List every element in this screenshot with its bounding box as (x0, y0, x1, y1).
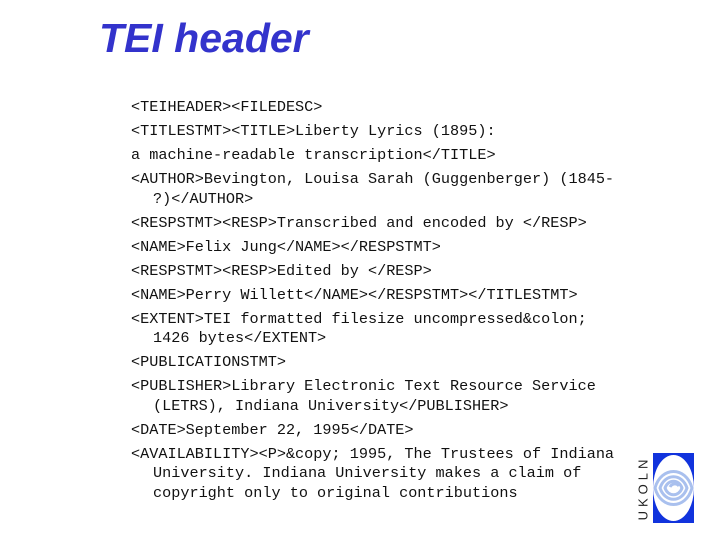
code-line: a machine-readable transcription</TITLE> (131, 146, 496, 164)
code-line: <AVAILABILITY><P>&copy; 1995, The Truste… (131, 444, 615, 463)
code-entry: <RESPSTMT><RESP>Transcribed and encoded … (131, 214, 651, 234)
code-line-continuation: ?)</AUTHOR> (153, 189, 254, 208)
ukoln-eye-icon (653, 453, 694, 523)
code-entry: a machine-readable transcription</TITLE> (131, 146, 651, 166)
code-entry: <PUBLICATIONSTMT> (131, 353, 651, 373)
code-line: <PUBLISHER>Library Electronic Text Resou… (131, 377, 596, 395)
logo-wordmark-text: UKOLN (635, 455, 651, 521)
code-entry: <EXTENT>TEI formatted filesize uncompres… (131, 310, 651, 349)
code-entry: <AUTHOR>Bevington, Louisa Sarah (Guggenb… (131, 170, 651, 209)
code-line-continuation: (LETRS), Indiana University</PUBLISHER> (153, 396, 509, 415)
code-line: <NAME>Perry Willett</NAME></RESPSTMT></T… (131, 285, 578, 304)
code-line: <RESPSTMT><RESP>Edited by </RESP> (131, 261, 432, 280)
code-line: <AUTHOR>Bevington, Louisa Sarah (Guggenb… (131, 170, 615, 188)
code-entry: <RESPSTMT><RESP>Edited by </RESP> (131, 262, 651, 282)
code-line: <NAME>Felix Jung</NAME></RESPSTMT> (131, 237, 441, 256)
code-entry: <NAME>Perry Willett</NAME></RESPSTMT></T… (131, 286, 651, 306)
code-line-continuation: 1426 bytes</EXTENT> (153, 329, 327, 347)
slide-title: TEI header (99, 15, 309, 61)
code-entry: <TEIHEADER><FILEDESC> (131, 98, 651, 118)
code-line: <PUBLICATIONSTMT> (131, 353, 286, 371)
logo-wordmark: UKOLN (634, 453, 652, 523)
tei-header-code-listing: <TEIHEADER><FILEDESC> <TITLESTMT><TITLE>L… (131, 98, 651, 508)
ukoln-logo: UKOLN (634, 453, 696, 523)
code-line: <TITLESTMT><TITLE>Liberty Lyrics (1895): (131, 122, 496, 140)
code-entry: <TITLESTMT><TITLE>Liberty Lyrics (1895): (131, 122, 651, 142)
code-entry: <DATE>September 22, 1995</DATE> (131, 421, 651, 441)
code-entry: <PUBLISHER>Library Electronic Text Resou… (131, 377, 651, 416)
code-line: <RESPSTMT><RESP>Transcribed and encoded … (131, 213, 587, 232)
code-line-continuation: copyright only to original contributions (153, 483, 518, 502)
code-line-continuation: University. Indiana University makes a c… (153, 464, 582, 482)
code-line: <DATE>September 22, 1995</DATE> (131, 420, 414, 439)
code-entry: <AVAILABILITY><P>&copy; 1995, The Truste… (131, 445, 651, 504)
code-line: <TEIHEADER><FILEDESC> (131, 98, 323, 116)
code-entry: <NAME>Felix Jung</NAME></RESPSTMT> (131, 238, 651, 258)
code-line: <EXTENT>TEI formatted filesize uncompres… (131, 309, 587, 328)
